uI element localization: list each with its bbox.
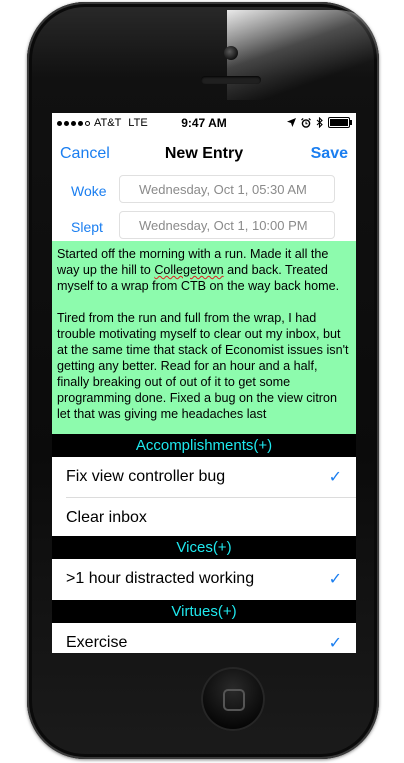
- list-item-distracted-working[interactable]: >1 hour distracted working ✓: [52, 559, 356, 600]
- checkmark-icon: ✓: [328, 635, 342, 652]
- alarm-icon: [301, 117, 311, 128]
- misspelled-word: Collegetown: [154, 263, 224, 277]
- battery-icon: [328, 117, 352, 128]
- accomplishments-header[interactable]: Accomplishments(+): [52, 434, 356, 457]
- journal-notes-textarea[interactable]: Started off the morning with a run. Made…: [52, 241, 356, 434]
- phone-screen: AT&T LTE 9:47 AM Cancel New Entry Save W…: [52, 113, 356, 653]
- home-button[interactable]: [201, 667, 265, 731]
- list-item-label: Clear inbox: [66, 509, 147, 526]
- slept-row: Slept Wednesday, Oct 1, 10:00 PM: [52, 209, 356, 243]
- status-bar: AT&T LTE 9:47 AM: [52, 113, 356, 133]
- slept-label: Slept: [71, 219, 103, 235]
- home-square-icon: [223, 689, 245, 711]
- save-button[interactable]: Save: [311, 145, 348, 163]
- virtues-header[interactable]: Virtues(+): [52, 600, 356, 623]
- list-item-clear-inbox[interactable]: Clear inbox: [52, 498, 356, 539]
- earpiece-speaker: [201, 76, 261, 84]
- slept-date-field[interactable]: Wednesday, Oct 1, 10:00 PM: [119, 211, 335, 239]
- bluetooth-icon: [316, 117, 323, 128]
- notes-paragraph-1: Started off the morning with a run. Made…: [57, 247, 340, 293]
- location-arrow-icon: [287, 118, 296, 127]
- woke-date-field[interactable]: Wednesday, Oct 1, 05:30 AM: [119, 175, 335, 203]
- woke-label: Woke: [71, 183, 107, 199]
- list-item-label: Exercise: [66, 634, 128, 651]
- notes-paragraph-2: Tired from the run and full from the wra…: [57, 311, 349, 421]
- front-camera: [224, 46, 238, 60]
- list-item-label: Fix view controller bug: [66, 468, 226, 485]
- checkmark-icon: ✓: [328, 469, 342, 486]
- vices-header[interactable]: Vices(+): [52, 536, 356, 559]
- list-item-label: >1 hour distracted working: [66, 570, 255, 587]
- woke-row: Woke Wednesday, Oct 1, 05:30 AM: [52, 173, 356, 207]
- glass-reflection: [227, 10, 387, 100]
- navigation-bar: Cancel New Entry Save: [52, 133, 356, 177]
- checkmark-icon: ✓: [328, 571, 342, 588]
- list-item-exercise[interactable]: Exercise ✓: [52, 623, 356, 653]
- list-item-fix-view-controller-bug[interactable]: Fix view controller bug ✓: [52, 457, 356, 498]
